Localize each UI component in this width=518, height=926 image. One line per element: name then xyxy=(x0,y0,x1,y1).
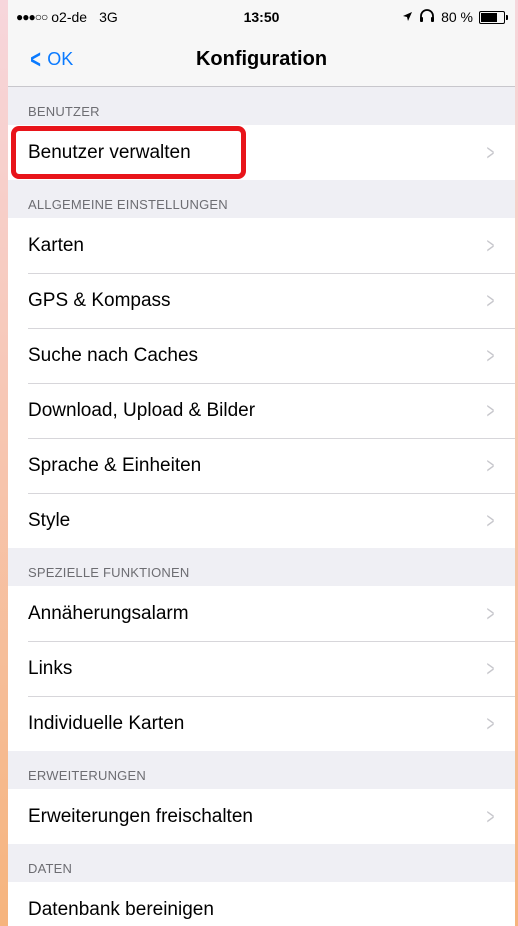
row-label: Annäherungsalarm xyxy=(28,602,189,624)
section-group-erweiterungen: Erweiterungen freischalten > xyxy=(8,789,515,844)
settings-row-karten[interactable]: Karten > xyxy=(8,218,515,273)
row-label: Karten xyxy=(28,234,84,256)
battery-icon xyxy=(479,10,508,24)
background-gradient-left xyxy=(0,0,8,926)
row-label: Style xyxy=(28,509,71,531)
row-label: Erweiterungen freischalten xyxy=(28,805,253,827)
section-header-spezielle-funktionen: SPEZIELLE FUNKTIONEN xyxy=(28,565,190,580)
highlight-annotation-box xyxy=(11,126,246,179)
section-header-benutzer: BENUTZER xyxy=(28,104,100,119)
row-label: Individuelle Karten xyxy=(28,712,185,734)
section-header-erweiterungen: ERWEITERUNGEN xyxy=(28,768,146,783)
chevron-right-icon: > xyxy=(486,804,495,829)
chevron-right-icon: > xyxy=(486,601,495,626)
settings-row-individuelle-karten[interactable]: Individuelle Karten > xyxy=(8,696,515,751)
row-label: GPS & Kompass xyxy=(28,289,171,311)
section-header-daten: DATEN xyxy=(28,861,73,876)
chevron-right-icon: > xyxy=(486,140,495,165)
chevron-right-icon: > xyxy=(486,233,495,258)
settings-row-download-upload-bilder[interactable]: Download, Upload & Bilder > xyxy=(8,383,515,438)
chevron-right-icon: > xyxy=(486,288,495,313)
settings-row-suche-nach-caches[interactable]: Suche nach Caches > xyxy=(8,328,515,383)
chevron-right-icon: > xyxy=(486,656,495,681)
row-label: Download, Upload & Bilder xyxy=(28,399,256,421)
settings-row-style[interactable]: Style > xyxy=(8,493,515,548)
battery-fill xyxy=(481,12,497,22)
row-label: Sprache & Einheiten xyxy=(28,454,202,476)
row-label: Datenbank bereinigen xyxy=(28,898,214,920)
settings-row-links[interactable]: Links > xyxy=(8,641,515,696)
settings-row-sprache-einheiten[interactable]: Sprache & Einheiten > xyxy=(8,438,515,493)
section-group-allgemeine-einstellungen: Karten > GPS & Kompass > Suche nach Cach… xyxy=(8,218,515,548)
row-label: Suche nach Caches xyxy=(28,344,199,366)
settings-row-datenbank-bereinigen[interactable]: Datenbank bereinigen > xyxy=(8,882,515,926)
section-group-spezielle-funktionen: Annäherungsalarm > Links > Individuelle … xyxy=(8,586,515,751)
battery-percent: 80 % xyxy=(441,9,473,25)
row-label: Links xyxy=(28,657,73,679)
status-right: 80 % xyxy=(402,9,508,25)
navigation-bar: < OK Konfiguration xyxy=(8,36,515,87)
section-header-allgemeine-einstellungen: ALLGEMEINE EINSTELLUNGEN xyxy=(28,197,228,212)
headphones-icon xyxy=(419,9,435,25)
chevron-right-icon: > xyxy=(486,398,495,423)
location-arrow-icon xyxy=(402,9,413,25)
settings-list: BENUTZER Benutzer verwalten > ALLGEMEINE… xyxy=(8,87,515,926)
settings-row-erweiterungen-freischalten[interactable]: Erweiterungen freischalten > xyxy=(8,789,515,844)
section-group-daten: Datenbank bereinigen > xyxy=(8,882,515,926)
chevron-right-icon: > xyxy=(486,453,495,478)
chevron-right-icon: > xyxy=(486,508,495,533)
status-bar: ●●●○○ o2-de 3G 13:50 80 % xyxy=(8,0,515,36)
phone-screen: ●●●○○ o2-de 3G 13:50 80 % < OK Konfigura… xyxy=(8,0,515,926)
settings-row-annaeherungsalarm[interactable]: Annäherungsalarm > xyxy=(8,586,515,641)
page-title: Konfiguration xyxy=(195,48,328,70)
settings-row-gps-kompass[interactable]: GPS & Kompass > xyxy=(8,273,515,328)
chevron-right-icon: > xyxy=(486,711,495,736)
chevron-right-icon: > xyxy=(486,343,495,368)
